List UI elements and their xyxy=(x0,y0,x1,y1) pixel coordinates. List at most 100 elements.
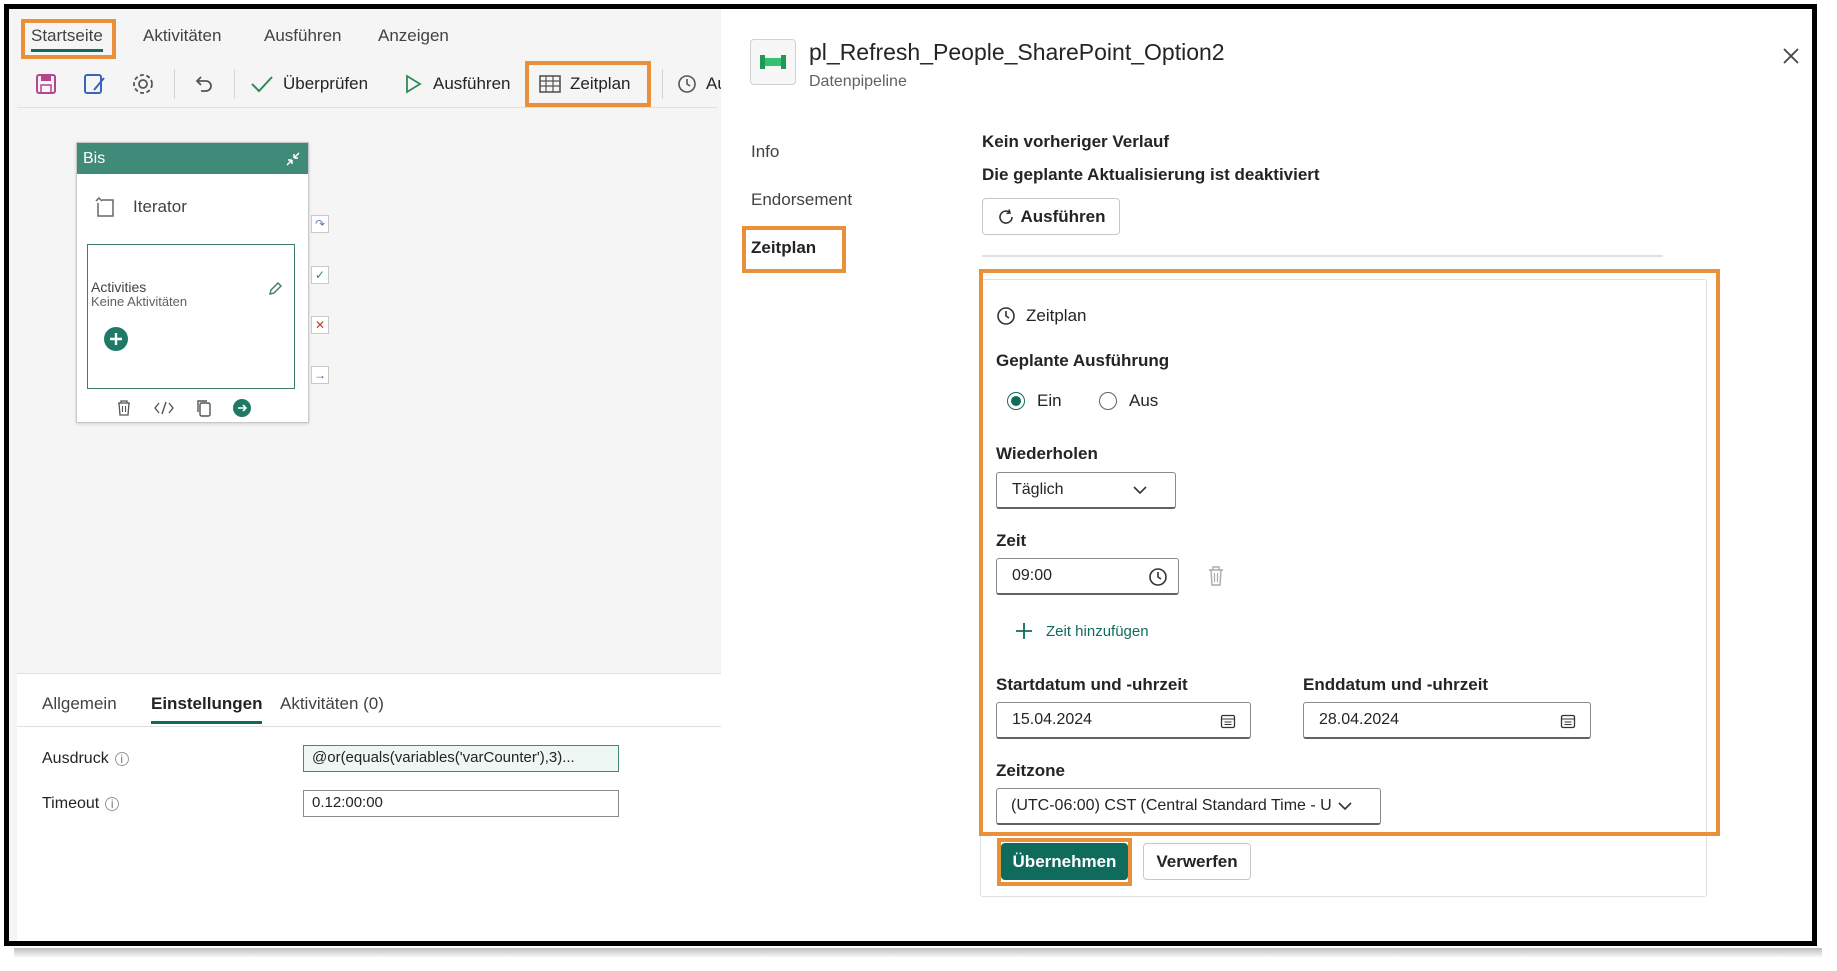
schedule-section-title: Zeitplan xyxy=(1026,306,1087,325)
clock-icon[interactable] xyxy=(1148,567,1168,587)
tab-activities[interactable]: Aktivitäten (0) xyxy=(280,694,384,714)
time-label: Zeit xyxy=(996,531,1027,550)
radio-off-option[interactable]: Aus xyxy=(1099,391,1158,411)
node-actions xyxy=(115,399,251,417)
expression-field[interactable]: @or(equals(variables('varCounter'),3)... xyxy=(303,745,619,772)
close-icon[interactable] xyxy=(1782,47,1800,65)
pencil-icon[interactable] xyxy=(267,281,283,297)
save-as-button[interactable] xyxy=(82,63,116,105)
delete-icon[interactable] xyxy=(115,399,133,417)
toolbar-divider xyxy=(174,69,175,99)
success-connector-icon[interactable]: ✓ xyxy=(311,266,329,284)
pipeline-settings-panel: pl_Refresh_People_SharePoint_Option2 Dat… xyxy=(721,9,1812,941)
save-icon xyxy=(36,74,56,94)
expression-label-row: Ausdruck i xyxy=(42,750,129,768)
settings-button[interactable] xyxy=(131,63,163,105)
properties-pane: Allgemein Einstellungen Aktivitäten (0) … xyxy=(17,673,724,941)
start-date-input[interactable]: 15.04.2024 xyxy=(996,702,1251,739)
panel-title: pl_Refresh_People_SharePoint_Option2 xyxy=(809,39,1225,65)
skip-connector-icon[interactable]: ↷ xyxy=(311,215,329,233)
copy-icon[interactable] xyxy=(195,399,213,417)
schedule-section-header: Zeitplan xyxy=(996,306,1086,326)
play-icon xyxy=(406,74,422,94)
run-now-button[interactable]: Ausführen xyxy=(982,198,1120,235)
nav-info[interactable]: Info xyxy=(751,142,779,162)
iterator-row: Iterator xyxy=(93,195,187,219)
radio-on-label: Ein xyxy=(1037,391,1062,410)
calendar-icon[interactable] xyxy=(1560,713,1576,729)
activities-label: Activities xyxy=(91,279,147,295)
iterator-label: Iterator xyxy=(133,197,187,216)
refresh-disabled-text: Die geplante Aktualisierung ist deaktivi… xyxy=(982,165,1320,184)
timeout-field[interactable]: 0.12:00:00 xyxy=(303,790,619,817)
highlight-schedule-nav xyxy=(742,226,846,273)
clock-icon xyxy=(997,307,1015,325)
no-history-text: Kein vorheriger Verlauf xyxy=(982,132,1170,151)
tab-general[interactable]: Allgemein xyxy=(42,694,117,714)
expression-label: Ausdruck xyxy=(42,750,109,767)
repeat-dropdown[interactable]: Täglich xyxy=(996,472,1176,509)
run-button[interactable]: Ausführen xyxy=(401,63,511,105)
menu-run[interactable]: Ausführen xyxy=(264,26,342,46)
add-time-link[interactable]: Zeit hinzufügen xyxy=(1014,621,1149,641)
plus-icon xyxy=(1016,623,1032,639)
discard-button[interactable]: Verwerfen xyxy=(1143,843,1251,880)
no-activities-text: Keine Aktivitäten xyxy=(91,294,188,309)
validate-button[interactable]: Überprüfen xyxy=(249,63,368,105)
history-button[interactable]: Au xyxy=(674,63,727,105)
nav-endorsement[interactable]: Endorsement xyxy=(751,190,852,210)
start-label: Startdatum und -uhrzeit xyxy=(996,675,1188,694)
app-window: Startseite Aktivitäten Ausführen Anzeige… xyxy=(4,4,1817,946)
section-divider xyxy=(982,255,1663,257)
failure-connector-icon[interactable]: ✕ xyxy=(311,316,329,334)
node-title: Bis xyxy=(83,149,106,167)
until-activity-node[interactable]: Bis Iterator Activities Keine Aktivitäte… xyxy=(76,142,309,423)
time-input[interactable]: 09:00 xyxy=(996,558,1179,595)
node-header: Bis xyxy=(77,143,308,174)
toolbar-divider xyxy=(234,69,235,99)
radio-on[interactable] xyxy=(1007,392,1025,410)
run-now-label: Ausführen xyxy=(1020,206,1106,226)
chevron-down-icon xyxy=(1133,486,1147,495)
highlight-apply-button xyxy=(997,838,1132,886)
calendar-icon[interactable] xyxy=(1220,713,1236,729)
save-button[interactable] xyxy=(34,63,66,105)
run-label: Ausführen xyxy=(433,74,511,93)
info-icon[interactable]: i xyxy=(105,797,120,811)
timeout-label: Timeout xyxy=(42,795,100,812)
add-activity-icon[interactable] xyxy=(104,327,128,351)
iterator-icon xyxy=(95,196,114,217)
undo-button[interactable] xyxy=(191,63,223,105)
timezone-value: (UTC-06:00) CST (Central Standard Time -… xyxy=(1011,797,1332,814)
checkmark-icon xyxy=(251,76,273,93)
repeat-label: Wiederholen xyxy=(996,444,1098,463)
menu-activities[interactable]: Aktivitäten xyxy=(143,26,221,46)
completion-connector-icon[interactable]: → xyxy=(311,366,329,384)
toolbar-divider xyxy=(662,69,663,99)
end-date-input[interactable]: 28.04.2024 xyxy=(1303,702,1591,739)
timezone-dropdown[interactable]: (UTC-06:00) CST (Central Standard Time -… xyxy=(996,788,1381,825)
tabs-divider xyxy=(17,726,724,727)
highlight-schedule-button xyxy=(525,61,651,107)
collapse-icon[interactable] xyxy=(284,150,302,168)
info-icon[interactable]: i xyxy=(114,752,129,766)
repeat-value: Täglich xyxy=(1012,481,1064,498)
validate-label: Überprüfen xyxy=(283,74,369,93)
go-arrow-icon[interactable] xyxy=(233,399,251,417)
toolbar-separator xyxy=(17,107,717,108)
radio-off[interactable] xyxy=(1099,392,1117,410)
add-time-label: Zeit hinzufügen xyxy=(1046,622,1149,640)
radio-on-option[interactable]: Ein xyxy=(1007,391,1062,411)
gear-icon xyxy=(133,74,153,94)
time-value: 09:00 xyxy=(1012,567,1053,584)
start-date-value: 15.04.2024 xyxy=(1012,711,1093,728)
timeout-label-row: Timeout i xyxy=(42,795,120,813)
code-icon[interactable] xyxy=(153,399,175,417)
history-icon xyxy=(678,75,696,93)
activities-container[interactable]: Activities Keine Aktivitäten xyxy=(87,244,295,389)
tab-settings[interactable]: Einstellungen xyxy=(151,694,263,724)
menu-view[interactable]: Anzeigen xyxy=(378,26,449,46)
delete-time-icon[interactable] xyxy=(1206,565,1226,587)
panel-subtitle: Datenpipeline xyxy=(809,73,907,90)
pipeline-icon xyxy=(750,39,796,85)
